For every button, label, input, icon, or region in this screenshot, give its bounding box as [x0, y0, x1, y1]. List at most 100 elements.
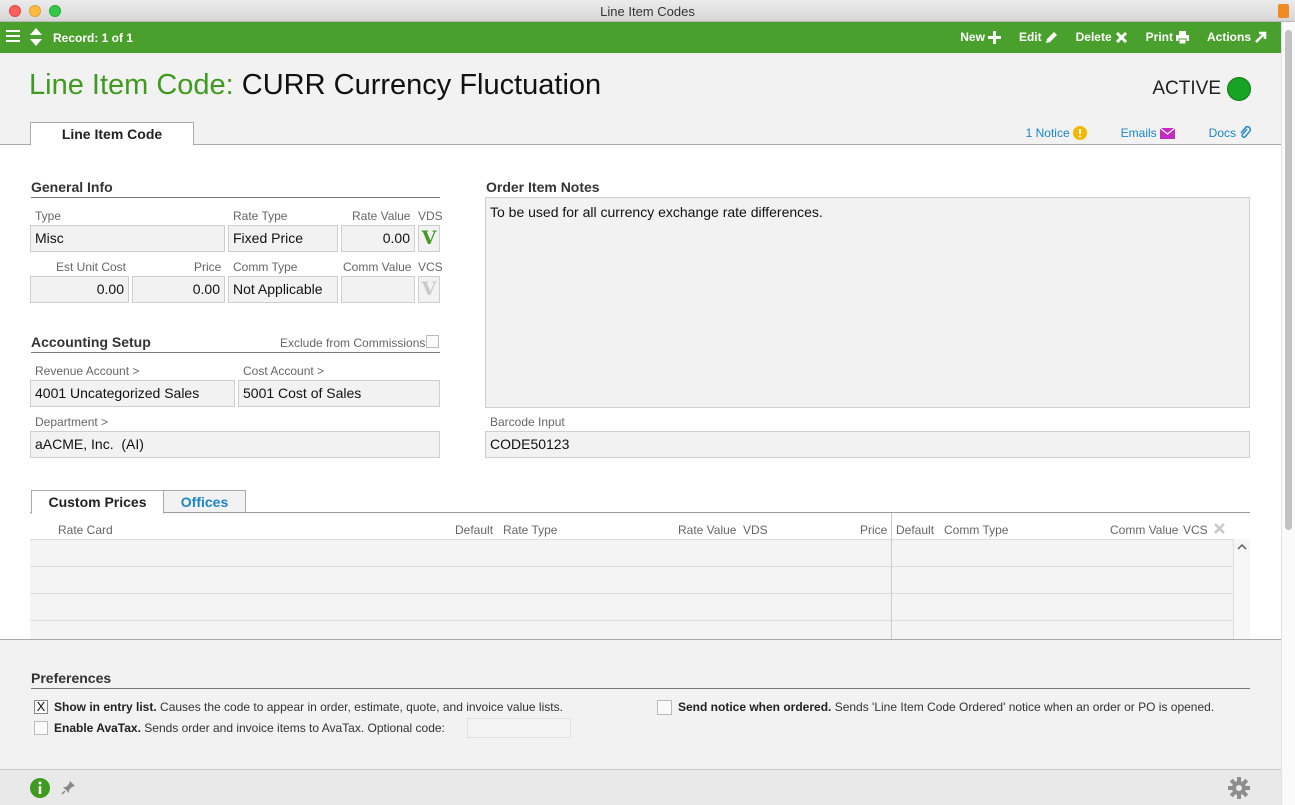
cost-account-label[interactable]: Cost Account > [243, 364, 324, 378]
delete-label: Delete [1075, 30, 1112, 44]
avatax-code-input[interactable] [467, 718, 571, 738]
show-in-entry-list-checkbox[interactable]: X [34, 700, 48, 714]
new-button[interactable]: New [960, 30, 1001, 44]
comm-type-field[interactable]: Not Applicable [228, 276, 338, 303]
preferences-heading: Preferences [31, 670, 1250, 689]
clear-x-icon[interactable] [1214, 523, 1225, 534]
col-rate-value: Rate Value [678, 523, 737, 537]
print-label: Print [1145, 30, 1173, 44]
col-vcs: VCS [1183, 523, 1208, 537]
price-label: Price [194, 260, 222, 274]
delete-button[interactable]: Delete [1076, 30, 1128, 44]
custom-prices-grid [30, 539, 1250, 639]
send-notice-bold: Send notice when ordered. [678, 700, 832, 714]
grid-header-divider [891, 513, 892, 539]
vds-checkbox[interactable]: V [418, 225, 440, 252]
vds-check-mark: V [421, 227, 437, 249]
record-navigation-icon[interactable] [29, 27, 43, 47]
scroll-up-chevron-icon[interactable] [1237, 543, 1247, 551]
exclude-commissions-label: Exclude from Commissions [280, 336, 426, 350]
emails-label: Emails [1120, 126, 1157, 140]
rate-type-field[interactable]: Fixed Price [228, 225, 338, 252]
table-row[interactable] [30, 620, 1233, 639]
show-in-entry-list-text: Show in entry list. Causes the code to a… [54, 700, 563, 714]
grid-column-divider [891, 539, 892, 639]
vcs-checkbox[interactable]: V [418, 276, 440, 303]
x-icon [1115, 31, 1127, 43]
envelope-icon [1159, 127, 1175, 139]
comm-type-label: Comm Type [233, 260, 298, 274]
est-unit-cost-label: Est Unit Cost [56, 260, 127, 274]
tab-custom-prices[interactable]: Custom Prices [31, 490, 164, 514]
docs-link[interactable]: Docs [1209, 126, 1251, 140]
table-row[interactable] [30, 566, 1233, 593]
subtab-divider [30, 512, 1250, 513]
info-icon[interactable] [30, 778, 50, 798]
type-field[interactable]: Misc [30, 225, 225, 252]
enable-avatax-desc: Sends order and invoice items to AvaTax.… [140, 721, 445, 735]
emails-link[interactable]: Emails [1121, 126, 1175, 140]
type-label: Type [35, 209, 62, 223]
show-in-entry-list-desc: Causes the code to appear in order, esti… [156, 700, 563, 714]
status-bar [0, 769, 1281, 805]
pin-icon[interactable] [61, 780, 76, 795]
col-rate-type: Rate Type [503, 523, 558, 537]
tab-offices[interactable]: Offices [164, 490, 246, 513]
actions-label: Actions [1206, 30, 1251, 44]
printer-icon [1175, 30, 1189, 44]
record-title: Line Item Code: CURR Currency Fluctuatio… [29, 69, 601, 102]
status-label: ACTIVE [1152, 78, 1221, 99]
table-row[interactable] [30, 539, 1233, 566]
window-scrollbar[interactable] [1281, 22, 1295, 805]
enable-avatax-checkbox[interactable] [34, 721, 48, 735]
department-label[interactable]: Department > [35, 415, 108, 429]
col-comm-value: Comm Value [1110, 523, 1179, 537]
price-field[interactable]: 0.00 [132, 276, 225, 303]
table-row[interactable] [30, 593, 1233, 620]
actions-button[interactable]: Actions [1207, 30, 1267, 44]
show-in-entry-list-bold: Show in entry list. [54, 700, 157, 714]
send-notice-checkbox[interactable] [657, 700, 672, 715]
est-unit-cost-field[interactable]: 0.00 [30, 276, 129, 303]
notice-link[interactable]: 1 Notice [1026, 126, 1087, 140]
record-title-value: CURR Currency Fluctuation [241, 69, 602, 101]
gear-icon[interactable] [1228, 777, 1250, 799]
status-indicator[interactable]: ACTIVE [1152, 77, 1251, 101]
revenue-account-label[interactable]: Revenue Account > [35, 364, 139, 378]
col-vds: VDS [743, 523, 768, 537]
exclude-commissions-checkbox[interactable] [426, 335, 439, 348]
barcode-input-label: Barcode Input [490, 415, 565, 429]
tab-line-item-code[interactable]: Line Item Code [30, 122, 194, 146]
order-item-notes-field[interactable]: To be used for all currency exchange rat… [485, 197, 1250, 408]
comm-value-label: Comm Value [343, 260, 412, 274]
col-default-comm: Default [896, 523, 935, 537]
revenue-account-field[interactable]: 4001 Uncategorized Sales [30, 380, 235, 407]
scrollbar-thumb[interactable] [1285, 30, 1292, 530]
record-header: Line Item Code: CURR Currency Fluctuatio… [0, 53, 1281, 146]
barcode-input-field[interactable]: CODE50123 [485, 431, 1250, 458]
window-title: Line Item Codes [600, 4, 695, 19]
pencil-icon [1045, 31, 1057, 43]
edit-button[interactable]: Edit [1019, 30, 1058, 44]
rate-type-label: Rate Type [233, 209, 288, 223]
col-comm-type: Comm Type [944, 523, 1009, 537]
rate-value-label: Rate Value [352, 209, 411, 223]
lock-icon[interactable] [1278, 4, 1289, 18]
comm-value-field[interactable] [341, 276, 415, 303]
notice-label: 1 Notice [1025, 126, 1070, 140]
docs-label: Docs [1208, 126, 1236, 140]
enable-avatax-text: Enable AvaTax. Sends order and invoice i… [54, 721, 445, 735]
col-rate-card: Rate Card [58, 523, 113, 537]
hamburger-menu-icon[interactable] [6, 30, 20, 44]
cost-account-field[interactable]: 5001 Cost of Sales [238, 380, 440, 407]
record-title-label: Line Item Code: [29, 69, 234, 101]
rate-value-field[interactable]: 0.00 [341, 225, 415, 252]
record-counter: Record: 1 of 1 [53, 31, 134, 45]
col-price: Price [860, 523, 888, 537]
department-field[interactable]: aACME, Inc. (AI) [30, 431, 440, 458]
paperclip-icon [1240, 126, 1251, 138]
accounting-setup-title: Accounting Setup [31, 334, 151, 350]
grid-scrollbar[interactable] [1233, 539, 1250, 639]
col-default: Default [455, 523, 494, 537]
print-button[interactable]: Print [1146, 30, 1189, 44]
